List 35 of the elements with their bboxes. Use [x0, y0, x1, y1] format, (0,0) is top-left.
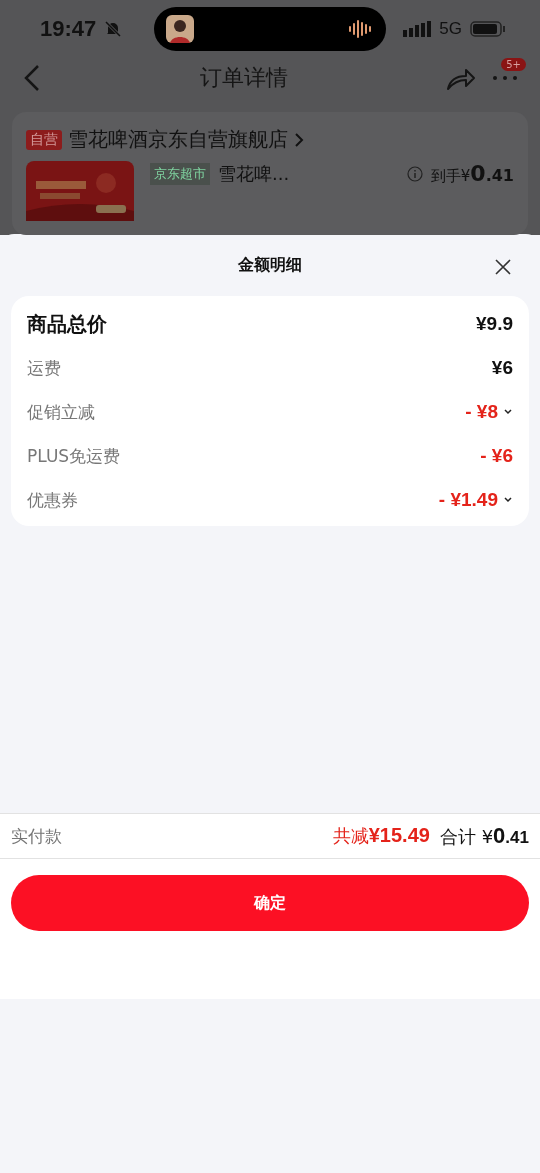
- sheet-title: 金额明细: [238, 254, 302, 276]
- amount-value: - ¥1.49: [438, 489, 498, 511]
- page-title: 订单详情: [199, 63, 289, 92]
- amount-value: ¥9.9: [476, 313, 513, 335]
- amount-value: - ¥8: [465, 401, 498, 423]
- store-name[interactable]: 雪花啤酒京东自营旗舰店: [68, 126, 288, 153]
- amount-label: 优惠券: [27, 488, 78, 512]
- chevron-right-icon[interactable]: [294, 131, 304, 148]
- product-name: 雪花啤...: [218, 161, 290, 186]
- app-icon: [166, 14, 195, 43]
- more-icon[interactable]: [492, 74, 518, 81]
- self-operated-tag: 自营: [26, 129, 62, 150]
- network-label: 5G: [439, 18, 462, 39]
- chevron-down-icon[interactable]: [503, 496, 513, 504]
- confirm-button[interactable]: 确定: [11, 875, 529, 931]
- info-icon[interactable]: [406, 165, 423, 182]
- paid-label: 实付款: [11, 824, 62, 848]
- back-icon[interactable]: [22, 63, 42, 92]
- amount-value: - ¥6: [480, 445, 513, 467]
- final-price: 到手¥0.41: [430, 161, 514, 186]
- total-amount: 合计 ¥0.41: [439, 823, 529, 849]
- amount-label: 促销立减: [27, 400, 95, 424]
- total-savings: 共减¥15.49: [332, 824, 430, 848]
- notification-badge: 5+: [501, 57, 526, 71]
- chevron-down-icon[interactable]: [503, 408, 513, 416]
- bell-muted-icon: [104, 19, 123, 38]
- supermarket-tag: 京东超市: [150, 162, 210, 185]
- status-time: 19:47: [40, 15, 97, 42]
- dynamic-island[interactable]: [154, 6, 387, 51]
- amount-label: 运费: [27, 356, 61, 380]
- battery-icon: [470, 20, 506, 37]
- amount-value: ¥6: [491, 357, 513, 379]
- signal-icon: [403, 20, 432, 37]
- amount-label: 商品总价: [27, 310, 107, 338]
- amount-label: PLUS免运费: [27, 444, 121, 468]
